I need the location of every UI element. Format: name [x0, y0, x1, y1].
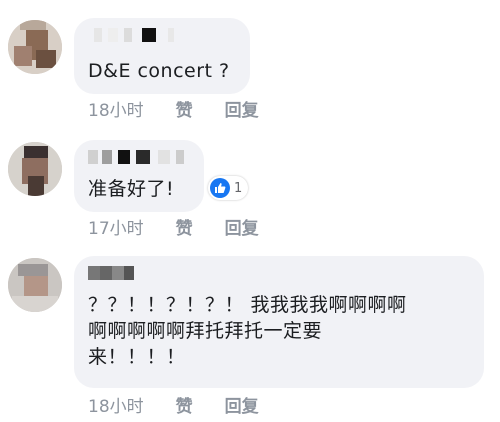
- comment-bubble: 准备好了!: [74, 140, 204, 212]
- comment-timestamp: 17小时: [88, 218, 144, 239]
- comment-timestamp: 18小时: [88, 100, 144, 121]
- comment-thread: D&E concert ? 18小时 赞 回复 准备好了! 1 17小时 赞 回…: [0, 0, 500, 422]
- comment-actions: 17小时 赞 回复: [88, 214, 259, 239]
- like-button[interactable]: 赞: [176, 392, 193, 417]
- like-button[interactable]: 赞: [176, 96, 193, 121]
- reply-button[interactable]: 回复: [225, 214, 259, 239]
- avatar[interactable]: [8, 142, 62, 196]
- comment-timestamp: 18小时: [88, 396, 144, 417]
- reply-button[interactable]: 回复: [225, 96, 259, 121]
- comment-text: ？？！！？！？！ 我我我我啊啊啊啊 啊啊啊啊啊拜托拜托一定要 来！！！！: [88, 294, 407, 368]
- like-button[interactable]: 赞: [176, 214, 193, 239]
- reply-button[interactable]: 回复: [225, 392, 259, 417]
- comment-text: 准备好了!: [88, 178, 175, 200]
- avatar[interactable]: [8, 258, 62, 312]
- reaction-badge[interactable]: 1: [208, 176, 249, 200]
- comment-actions: 18小时 赞 回复: [88, 392, 259, 417]
- comment-bubble: D&E concert ?: [74, 18, 250, 94]
- comment-actions: 18小时 赞 回复: [88, 96, 259, 121]
- comment-bubble: ？？！！？！？！ 我我我我啊啊啊啊 啊啊啊啊啊拜托拜托一定要 来！！！！: [74, 256, 484, 388]
- comment-text: D&E concert ?: [88, 60, 230, 82]
- thumbs-up-icon: [210, 178, 230, 198]
- avatar[interactable]: [8, 20, 62, 74]
- reaction-count: 1: [234, 180, 243, 196]
